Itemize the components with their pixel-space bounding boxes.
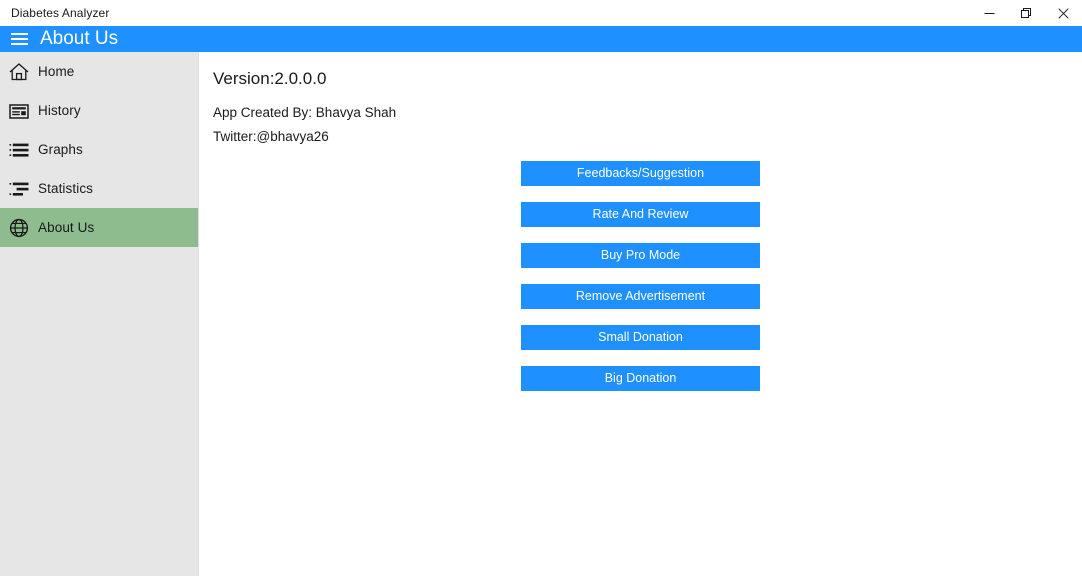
main-content: Version:2.0.0.0 App Created By: Bhavya S… — [200, 52, 1082, 576]
page-title: About Us — [40, 28, 119, 49]
title-bar: Diabetes Analyzer — [0, 0, 1082, 26]
card-list-icon — [0, 91, 38, 130]
remove-advertisement-button[interactable]: Remove Advertisement — [521, 284, 760, 309]
minimize-icon — [984, 8, 995, 19]
hamburger-icon — [10, 33, 28, 45]
twitter-handle-text: Twitter:@bhavya26 — [213, 129, 329, 144]
home-icon — [0, 52, 38, 91]
sidebar-item-history[interactable]: History — [0, 91, 198, 130]
maximize-button[interactable] — [1008, 0, 1045, 26]
application-window: Diabetes Analyzer About Us Home History … — [0, 0, 1082, 576]
action-button-stack: Feedbacks/Suggestion Rate And Review Buy… — [521, 161, 760, 391]
bulleted-list-icon — [0, 130, 38, 169]
sidebar-item-label: About Us — [38, 220, 95, 235]
close-icon — [1058, 7, 1069, 19]
sidebar: Home History Graphs Statistics About Us — [0, 52, 199, 576]
small-donation-button[interactable]: Small Donation — [521, 325, 760, 350]
sidebar-item-label: History — [38, 103, 81, 118]
indented-list-icon — [0, 169, 38, 208]
big-donation-button[interactable]: Big Donation — [521, 366, 760, 391]
window-title: Diabetes Analyzer — [11, 6, 110, 20]
window-controls — [971, 0, 1082, 26]
app-header: About Us — [0, 26, 1082, 52]
feedbacks-suggestion-button[interactable]: Feedbacks/Suggestion — [521, 161, 760, 186]
sidebar-item-label: Statistics — [38, 181, 94, 196]
created-by-text: App Created By: Bhavya Shah — [213, 105, 397, 120]
sidebar-item-statistics[interactable]: Statistics — [0, 169, 198, 208]
globe-icon — [0, 208, 38, 247]
sidebar-item-about-us[interactable]: About Us — [0, 208, 198, 247]
version-text: Version:2.0.0.0 — [213, 69, 327, 88]
sidebar-item-home[interactable]: Home — [0, 52, 198, 91]
sidebar-item-graphs[interactable]: Graphs — [0, 130, 198, 169]
minimize-button[interactable] — [971, 0, 1008, 26]
restore-icon — [1021, 7, 1032, 19]
rate-and-review-button[interactable]: Rate And Review — [521, 202, 760, 227]
buy-pro-mode-button[interactable]: Buy Pro Mode — [521, 243, 760, 268]
close-button[interactable] — [1045, 0, 1082, 26]
sidebar-item-label: Home — [38, 64, 75, 79]
sidebar-item-label: Graphs — [38, 142, 83, 157]
hamburger-menu-button[interactable] — [0, 26, 38, 52]
